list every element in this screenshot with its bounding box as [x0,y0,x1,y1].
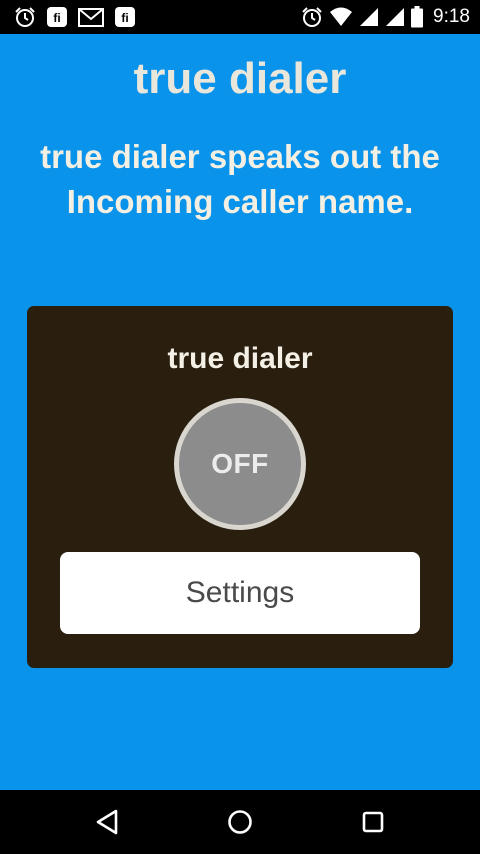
notification-icons: fi fi [14,6,136,28]
gmail-icon [78,8,104,27]
svg-text:fi: fi [53,11,60,25]
toggle-label: OFF [211,448,269,479]
alarm-icon [302,7,322,27]
signal-icon [386,8,405,26]
signal-icon [360,8,379,26]
settings-label: Settings [185,576,295,609]
svg-text:fi: fi [121,11,128,25]
clock: 9:18 [433,6,470,27]
home-icon [228,810,252,834]
card-title: true dialer [167,342,313,375]
power-toggle-button[interactable]: OFF [174,398,306,530]
settings-button[interactable]: Settings [60,552,420,634]
navigation-bar [0,790,480,854]
fi-icon: fi [115,7,135,27]
recents-button[interactable] [353,804,393,840]
status-bar: fi fi 9:18 [0,0,480,34]
fi-icon: fi [47,7,67,27]
back-icon [96,809,118,835]
home-button[interactable] [220,804,260,840]
app-title: true dialer [133,54,347,103]
wifi-icon [330,7,353,26]
battery-icon [411,6,424,28]
control-card: true dialer OFF Settings [27,306,453,668]
system-icons: 9:18 [301,6,470,28]
recents-icon [362,811,384,833]
alarm-icon [15,7,35,27]
app-description: true dialer speaks out the Incoming call… [40,138,440,220]
back-button[interactable] [87,804,127,840]
